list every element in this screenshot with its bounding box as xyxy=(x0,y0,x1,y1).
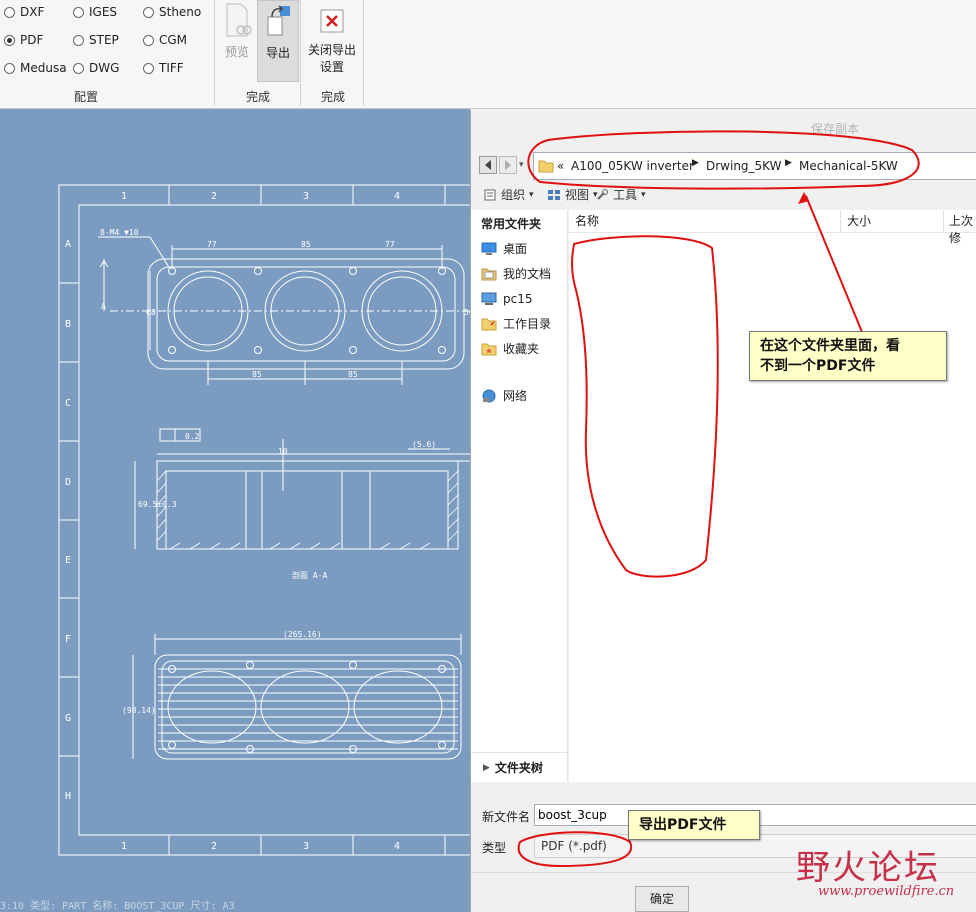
callout-no-pdf-in-folder: 在这个文件夹里面，看 不到一个PDF文件 xyxy=(749,331,947,381)
highlight-empty-file-list xyxy=(571,235,719,578)
annotation-overlay xyxy=(517,130,920,868)
watermark-url: www.proewildfire.cn xyxy=(818,884,955,899)
callout-pointer-line xyxy=(805,195,863,333)
highlight-breadcrumb xyxy=(527,130,920,190)
watermark-logo: 野火论坛 xyxy=(796,848,940,888)
callout-export-pdf: 导出PDF文件 xyxy=(628,810,760,840)
highlight-file-type xyxy=(517,831,633,868)
